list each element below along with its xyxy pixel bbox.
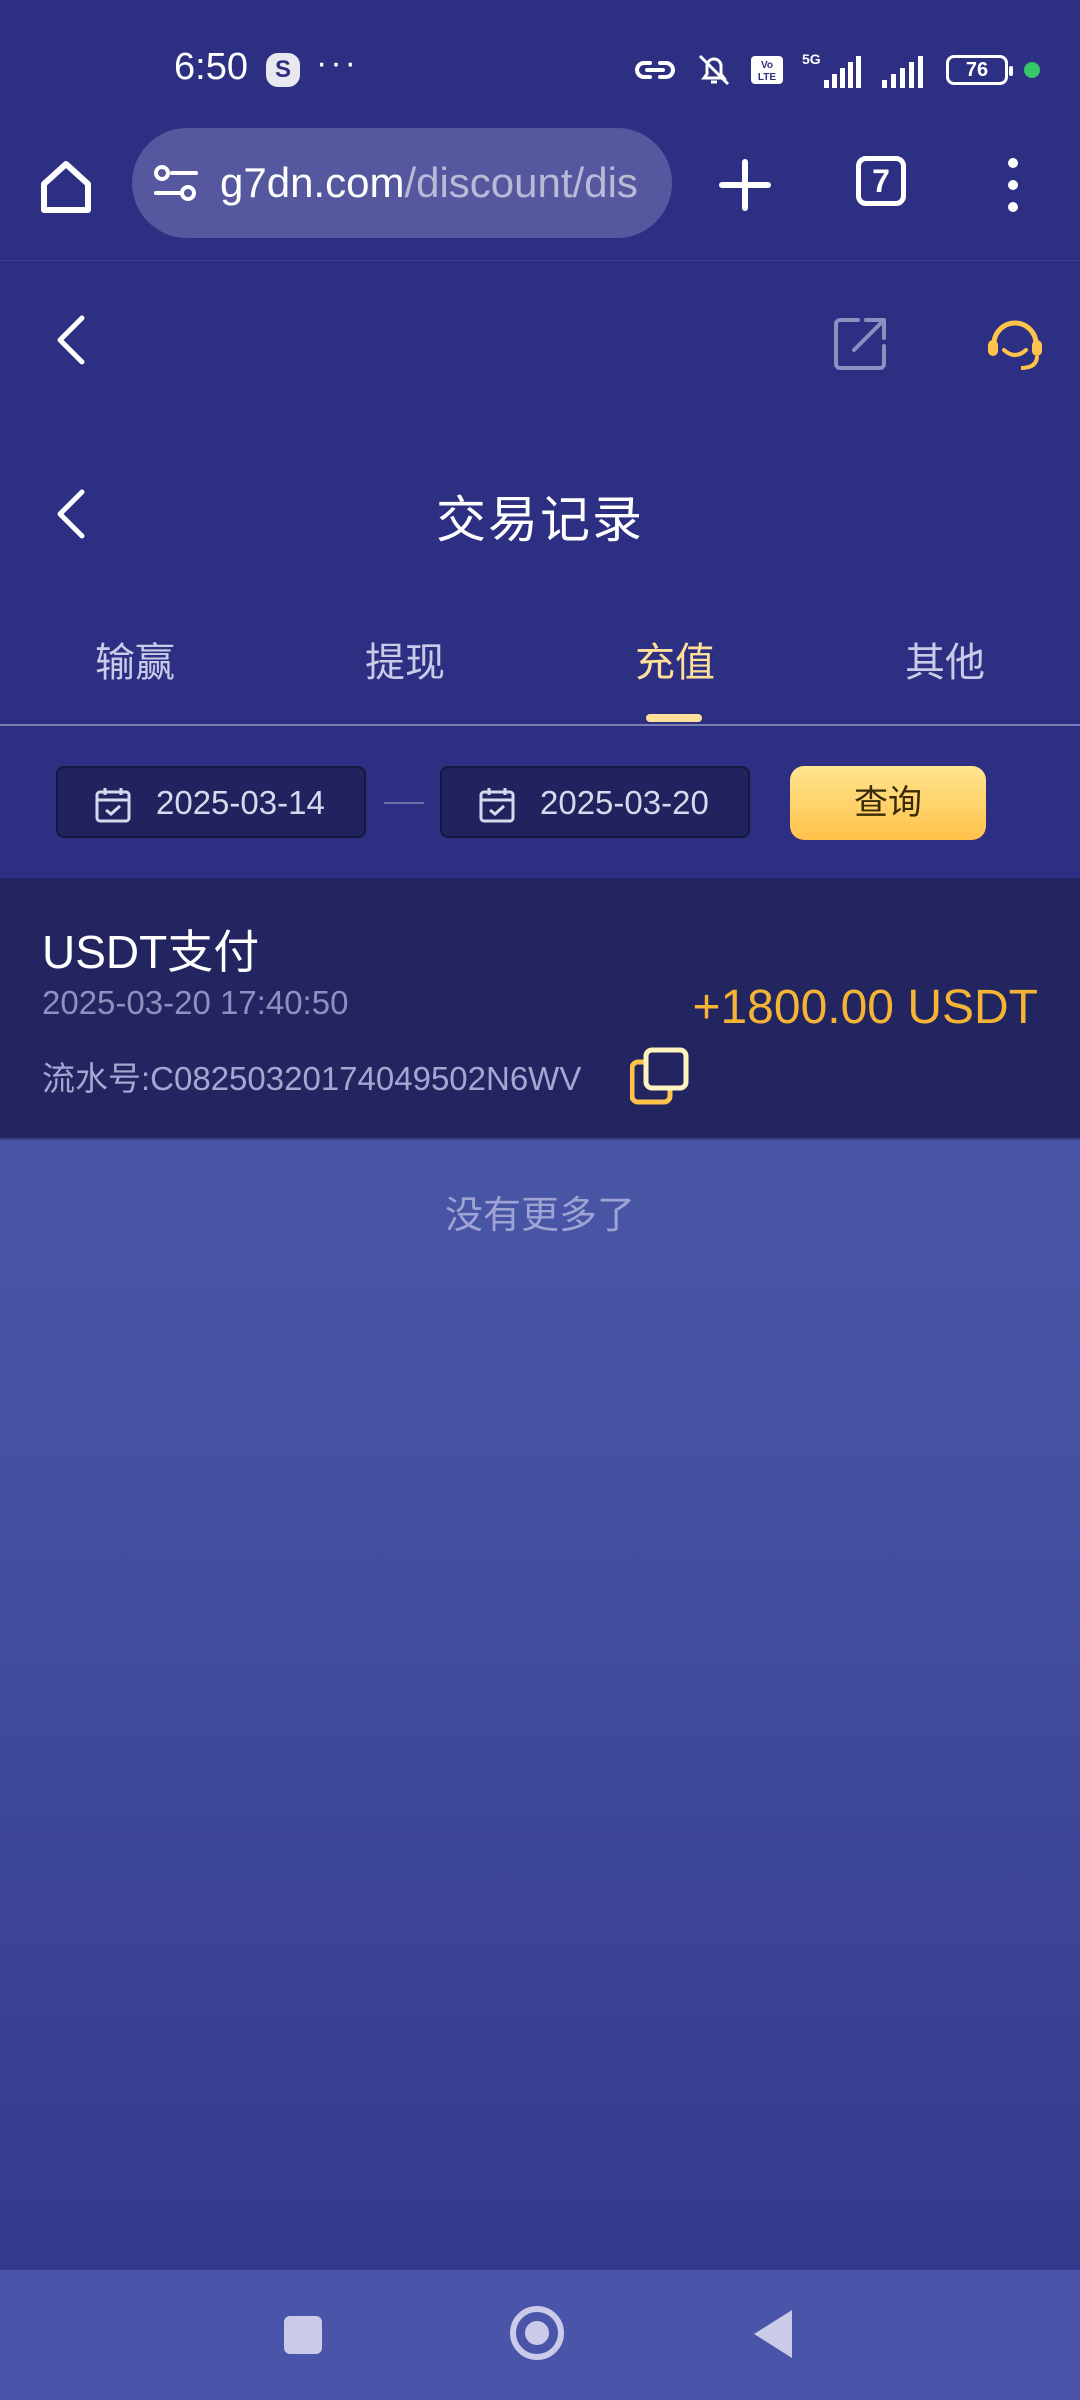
- browser-menu-icon[interactable]: [998, 150, 1028, 220]
- record-time: 2025-03-20 17:40:50: [42, 984, 349, 1021]
- tab-withdraw[interactable]: 提现: [270, 630, 540, 688]
- back-triangle-icon[interactable]: [754, 2310, 792, 2358]
- svg-text:Vo: Vo: [761, 60, 773, 71]
- calendar-icon: [95, 788, 131, 823]
- end-date-picker[interactable]: 2025-03-20: [440, 766, 750, 838]
- new-tab-icon[interactable]: [710, 150, 780, 220]
- tab-win-loss[interactable]: 输赢: [0, 630, 270, 688]
- signal-5g-icon: 5G: [802, 51, 861, 88]
- browser-toolbar: g7dn.com/discount/dis 7: [0, 120, 1080, 261]
- svg-text:5G: 5G: [802, 51, 821, 67]
- url-text[interactable]: g7dn.com/discount/dis: [220, 158, 650, 208]
- date-range-separator: [384, 802, 424, 804]
- status-bar: 6:50 S ··· Vo LTE 5G 76: [0, 0, 1080, 140]
- svg-text:LTE: LTE: [758, 72, 776, 83]
- share-icon[interactable]: [830, 312, 892, 374]
- calendar-icon: [479, 788, 515, 823]
- privacy-indicator-dot: [1024, 62, 1040, 78]
- mute-bell-icon: [698, 54, 730, 86]
- system-navigation-bar: [0, 2270, 1080, 2400]
- battery-level: 76: [965, 59, 989, 81]
- record-title: USDT支付: [42, 926, 260, 978]
- copy-icon[interactable]: [630, 1046, 692, 1106]
- status-icons: Vo LTE 5G 76: [632, 50, 1040, 90]
- list-end-message: 没有更多了: [444, 1195, 635, 1237]
- battery-icon: 76: [946, 55, 1013, 85]
- status-time: 6:50: [174, 46, 248, 88]
- more-notifications-indicator: ···: [316, 44, 359, 82]
- home-circle-icon[interactable]: [510, 2306, 564, 2360]
- volte-icon: Vo LTE: [751, 56, 783, 84]
- record-list: USDT支付 2025-03-20 17:40:50 流水号:C08250320…: [0, 878, 1080, 2270]
- record-serial-number: 流水号:C08250320174049502N6WV: [42, 1060, 582, 1097]
- url-path: /discount/dis: [404, 159, 638, 206]
- home-icon[interactable]: [30, 150, 102, 222]
- page-header: [0, 262, 1080, 422]
- signal-icon: [882, 56, 923, 88]
- query-button[interactable]: 查询: [790, 766, 986, 840]
- start-date-picker[interactable]: 2025-03-14: [56, 766, 366, 838]
- back-arrow-icon[interactable]: [44, 310, 104, 370]
- address-bar[interactable]: g7dn.com/discount/dis: [132, 128, 672, 238]
- date-filter: 2025-03-14 2025-03-20 查询: [0, 726, 1080, 878]
- active-tab-indicator: [646, 714, 702, 722]
- record-amount: +1800.00 USDT: [692, 981, 1038, 1034]
- record-type-tabs: 输赢 提现 充值 其他: [0, 600, 1080, 726]
- skype-notification-icon: S: [266, 53, 300, 87]
- tab-deposit[interactable]: 充值: [540, 630, 810, 688]
- title-row: 交易记录: [0, 452, 1080, 572]
- page-title: 交易记录: [436, 492, 644, 548]
- recent-apps-icon[interactable]: [284, 2316, 322, 2354]
- end-date-value: 2025-03-20: [540, 784, 709, 821]
- url-host: g7dn.com: [220, 159, 405, 206]
- tab-switcher-button[interactable]: 7: [856, 156, 906, 206]
- tab-other[interactable]: 其他: [810, 630, 1080, 688]
- site-settings-icon[interactable]: [154, 163, 198, 203]
- customer-service-icon[interactable]: [980, 308, 1050, 378]
- link-icon: [635, 61, 675, 79]
- list-item[interactable]: USDT支付 2025-03-20 17:40:50 流水号:C08250320…: [0, 878, 1080, 1140]
- start-date-value: 2025-03-14: [156, 784, 325, 821]
